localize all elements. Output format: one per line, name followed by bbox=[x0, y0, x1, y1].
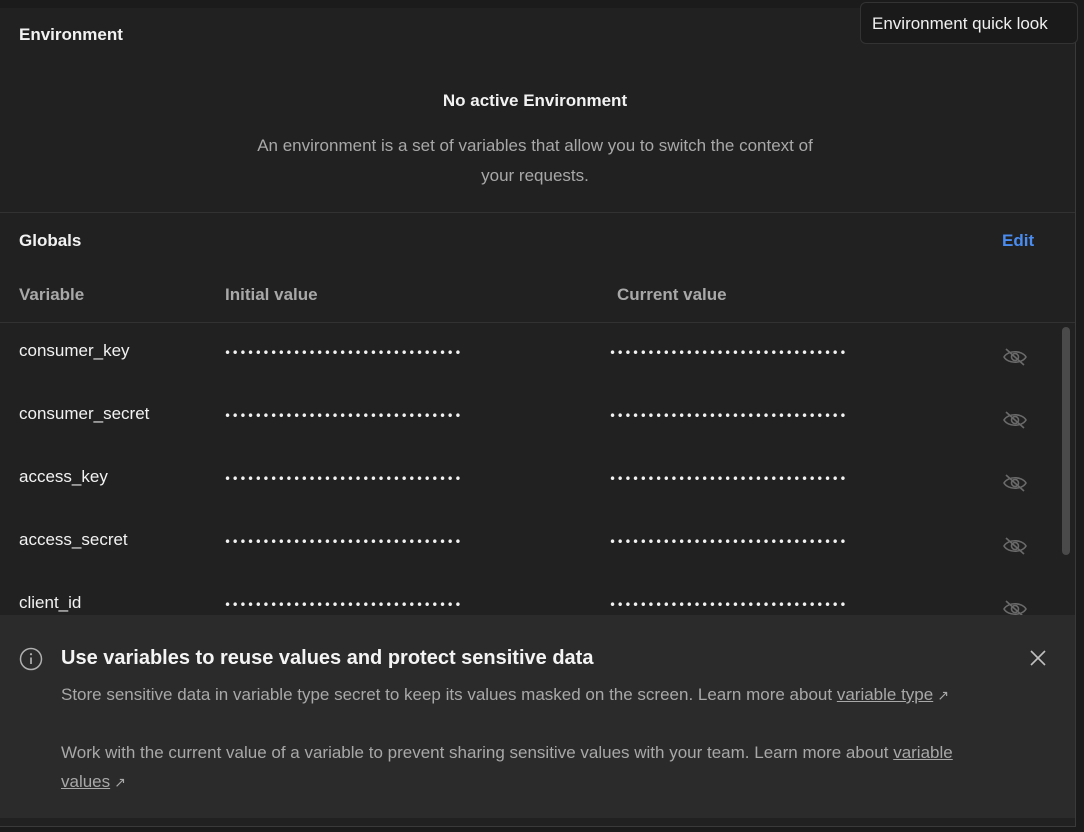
current-value-masked[interactable]: ••••••••••••••••••••••••••••••• bbox=[609, 535, 847, 549]
external-link-icon: ↗ bbox=[114, 774, 126, 790]
tooltip: Environment quick look bbox=[860, 2, 1078, 44]
current-value-masked[interactable]: ••••••••••••••••••••••••••••••• bbox=[609, 409, 847, 423]
variable-name: consumer_key bbox=[19, 341, 130, 360]
empty-state-description: An environment is a set of variables tha… bbox=[257, 136, 813, 185]
initial-value-masked[interactable]: ••••••••••••••••••••••••••••••• bbox=[224, 598, 462, 612]
current-value-masked[interactable]: ••••••••••••••••••••••••••••••• bbox=[609, 472, 847, 486]
eye-off-icon[interactable] bbox=[1002, 473, 1028, 493]
banner-line-variable-values: Work with the current value of a variabl… bbox=[61, 738, 961, 797]
column-header-initial-value: Initial value bbox=[225, 285, 318, 304]
variable-row: access_secret ••••••••••••••••••••••••••… bbox=[0, 512, 1060, 575]
environment-quick-look-panel: Environment No active Environment An env… bbox=[0, 8, 1076, 827]
variable-name: access_secret bbox=[19, 530, 128, 549]
current-value-masked[interactable]: ••••••••••••••••••••••••••••••• bbox=[609, 346, 847, 360]
edit-globals-link[interactable]: Edit bbox=[1002, 231, 1034, 251]
banner-text: Store sensitive data in variable type se… bbox=[61, 685, 833, 704]
initial-value-masked[interactable]: ••••••••••••••••••••••••••••••• bbox=[224, 472, 462, 486]
initial-value-masked[interactable]: ••••••••••••••••••••••••••••••• bbox=[224, 535, 462, 549]
variable-name: client_id bbox=[19, 593, 82, 612]
globals-section-title: Globals bbox=[19, 231, 82, 250]
column-header-current-value: Current value bbox=[617, 285, 727, 304]
globals-variable-list: consumer_key •••••••••••••••••••••••••••… bbox=[0, 323, 1075, 623]
variables-scrollbar[interactable] bbox=[1062, 327, 1070, 555]
variable-name: consumer_secret bbox=[19, 404, 150, 423]
info-banner: Use variables to reuse values and protec… bbox=[0, 615, 1075, 818]
external-link-icon: ↗ bbox=[937, 687, 949, 703]
tooltip-text: Environment quick look bbox=[872, 14, 1048, 33]
empty-state-title: No active Environment bbox=[442, 91, 628, 110]
variable-type-link[interactable]: variable type bbox=[837, 685, 933, 704]
eye-off-icon[interactable] bbox=[1002, 347, 1028, 367]
banner-text: Work with the current value of a variabl… bbox=[61, 743, 889, 762]
initial-value-masked[interactable]: ••••••••••••••••••••••••••••••• bbox=[224, 346, 462, 360]
environment-section-title: Environment bbox=[19, 25, 123, 44]
banner-line-variable-type: Store sensitive data in variable type se… bbox=[61, 680, 961, 710]
initial-value-masked[interactable]: ••••••••••••••••••••••••••••••• bbox=[224, 409, 462, 423]
close-icon[interactable] bbox=[1027, 647, 1049, 669]
section-divider bbox=[0, 212, 1075, 213]
info-icon bbox=[19, 647, 43, 671]
eye-off-icon[interactable] bbox=[1002, 410, 1028, 430]
variable-row: consumer_key •••••••••••••••••••••••••••… bbox=[0, 323, 1060, 386]
banner-title: Use variables to reuse values and protec… bbox=[61, 647, 594, 669]
eye-off-icon[interactable] bbox=[1002, 536, 1028, 556]
current-value-masked[interactable]: ••••••••••••••••••••••••••••••• bbox=[609, 598, 847, 612]
variable-row: consumer_secret ••••••••••••••••••••••••… bbox=[0, 386, 1060, 449]
column-header-variable: Variable bbox=[19, 285, 85, 304]
variable-name: access_key bbox=[19, 467, 108, 486]
variable-row: access_key •••••••••••••••••••••••••••••… bbox=[0, 449, 1060, 512]
